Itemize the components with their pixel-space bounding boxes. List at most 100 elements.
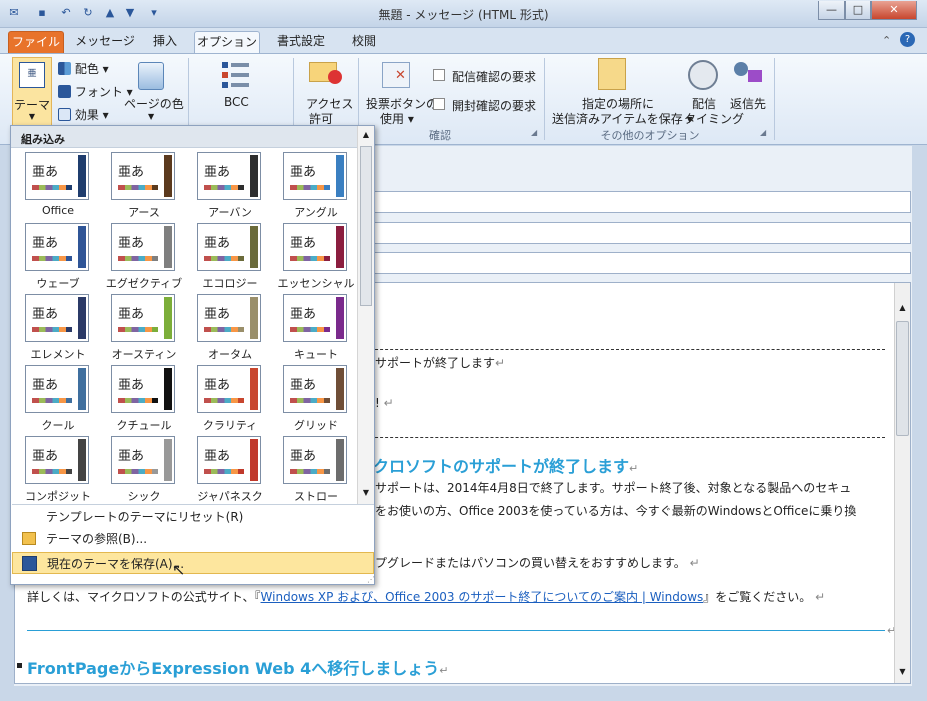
tab-options[interactable]: オプション <box>194 31 260 54</box>
thumbnail-accent-bar <box>164 155 172 197</box>
mouse-cursor-icon: ↖ <box>172 560 186 579</box>
title-bar: ✉ ▪ ↶ ↻ ▲ ▼ ▾ 無題 - メッセージ (HTML 形式) — □ ✕ <box>0 0 927 28</box>
thumbnail-accent-bar <box>250 155 258 197</box>
read-receipt-label[interactable]: 開封確認の要求 <box>452 97 536 114</box>
theme-option[interactable]: 亜あ コンポジット <box>15 436 101 507</box>
menu-separator <box>12 504 374 505</box>
scroll-down-arrow-icon[interactable]: ▼ <box>896 667 909 681</box>
theme-option[interactable]: 亜あ グリッド <box>273 365 359 436</box>
more-options-group-label: その他のオプション <box>600 129 700 142</box>
bcc-icon <box>222 62 250 88</box>
theme-option[interactable]: 亜あ キュート <box>273 294 359 365</box>
delivery-receipt-label[interactable]: 配信確認の要求 <box>452 68 536 85</box>
thumbnail-swatches <box>118 327 158 332</box>
minimize-button[interactable]: — <box>818 1 845 20</box>
gallery-scrollbar[interactable]: ▲ ▼ <box>357 126 374 504</box>
page-color-label[interactable]: ページの色 <box>124 95 184 112</box>
theme-label: クラリティ <box>202 419 258 432</box>
save-sent-line2[interactable]: 送信済みアイテムを保存 ▾ <box>552 110 693 127</box>
subject-field[interactable] <box>370 252 911 274</box>
ribbon-minimize-icon[interactable]: ⌃ <box>882 34 891 47</box>
theme-option[interactable]: 亜あ ストロー <box>273 436 359 507</box>
theme-option[interactable]: 亜あウェーブ <box>15 223 101 294</box>
page-color-dropdown-icon[interactable]: ▼ <box>148 112 154 121</box>
theme-label: ウェーブ <box>36 277 80 290</box>
reply-to-button[interactable]: 返信先 <box>730 95 766 112</box>
thumbnail-accent-bar <box>250 226 258 268</box>
theme-option[interactable]: 亜あ クール <box>15 365 101 436</box>
support-end-link[interactable]: Windows XP および、Office 2003 のサポート終了についてのご… <box>261 590 704 604</box>
thumbnail-swatches <box>118 398 158 403</box>
effects-icon <box>58 108 71 121</box>
cc-field[interactable] <box>370 222 911 244</box>
colors-icon <box>58 62 71 75</box>
theme-option[interactable]: 亜あ Office <box>15 152 101 223</box>
theme-option[interactable]: 亜あ エッセンシャル <box>273 223 359 294</box>
thumbnail-swatches <box>118 469 158 474</box>
save-theme-menu-item[interactable]: 現在のテーマを保存(A)... <box>12 552 374 574</box>
theme-label: アーバン <box>208 206 252 219</box>
fonts-button[interactable]: フォント ▾ <box>58 83 133 100</box>
tracking-dialog-launcher-icon[interactable]: ◢ <box>531 128 537 137</box>
maximize-button[interactable]: □ <box>845 1 871 20</box>
theme-option[interactable]: 亜あ アース <box>101 152 187 223</box>
thumbnail-accent-bar <box>164 297 172 339</box>
colors-label: 配色 <box>74 62 99 76</box>
theme-label: オースティン <box>111 348 177 361</box>
more-options-dialog-launcher-icon[interactable]: ◢ <box>760 128 766 137</box>
scroll-up-arrow-icon[interactable]: ▲ <box>896 303 909 317</box>
theme-thumbnail: 亜あ <box>25 152 89 200</box>
reset-theme-menu-item[interactable]: テンプレートのテーマにリセット(R) <box>12 506 374 528</box>
bcc-button[interactable]: BCC <box>224 95 249 109</box>
browse-themes-menu-item[interactable]: テーマの参照(B)... <box>12 528 374 550</box>
theme-option[interactable]: 亜あ シック <box>101 436 187 507</box>
scroll-thumb[interactable] <box>896 321 909 436</box>
theme-option[interactable]: 亜あ クチュール <box>101 365 187 436</box>
theme-option[interactable]: 亜あアングル <box>273 152 359 223</box>
to-field[interactable] <box>370 191 911 213</box>
theme-option[interactable]: 亜あ アーバン <box>187 152 273 223</box>
close-button[interactable]: ✕ <box>871 1 917 20</box>
voting-use-label[interactable]: 使用 ▾ <box>380 110 414 127</box>
thumbnail-accent-bar <box>336 226 344 268</box>
delay-line2[interactable]: タイミング <box>684 110 744 127</box>
tab-review[interactable]: 校閲 <box>340 31 388 54</box>
theme-thumbnail: 亜あ <box>197 365 261 413</box>
thumbnail-swatches <box>32 398 72 403</box>
body-scrollbar[interactable]: ▲ ▼ <box>894 283 910 683</box>
effects-button[interactable]: 効果 ▾ <box>58 106 109 123</box>
delivery-receipt-checkbox[interactable] <box>433 69 445 81</box>
tab-file[interactable]: ファイル <box>8 31 64 54</box>
thumbnail-accent-bar <box>164 368 172 410</box>
theme-option[interactable]: 亜あ エレメント <box>15 294 101 365</box>
thumbnail-swatches <box>32 256 72 261</box>
help-icon[interactable]: ? <box>900 32 915 47</box>
thumbnail-accent-bar <box>250 297 258 339</box>
divider-accent <box>27 630 885 631</box>
thumbnail-text: 亜あ <box>32 236 59 251</box>
tab-format[interactable]: 書式設定 <box>264 31 338 54</box>
body-line2: ! ↵ <box>375 396 394 410</box>
thumbnail-text: 亜あ <box>204 449 231 464</box>
resize-grip-icon[interactable]: ⋰ <box>367 575 375 584</box>
theme-label: アングル <box>294 206 338 219</box>
tab-message[interactable]: メッセージ <box>70 31 140 54</box>
theme-option[interactable]: 亜あ オータム <box>187 294 273 365</box>
theme-option[interactable]: 亜あ クラリティ <box>187 365 273 436</box>
gallery-scroll-down-icon[interactable]: ▼ <box>360 488 372 500</box>
colors-button[interactable]: 配色 ▾ <box>58 60 109 77</box>
theme-option[interactable]: 亜あ ジャパネスク <box>187 436 273 507</box>
thumbnail-text: 亜あ <box>290 165 317 180</box>
read-receipt-checkbox[interactable] <box>433 98 445 110</box>
tab-insert[interactable]: 挿入 <box>142 31 188 54</box>
gallery-scroll-thumb[interactable] <box>360 146 372 306</box>
theme-option[interactable]: 亜あ オースティン <box>101 294 187 365</box>
theme-button[interactable]: 亜 テーマ ▼ <box>12 57 52 129</box>
thumbnail-accent-bar <box>250 368 258 410</box>
theme-option[interactable]: 亜あ エコロジー <box>187 223 273 294</box>
gallery-scroll-up-icon[interactable]: ▲ <box>360 130 372 142</box>
restrict-icon <box>328 70 342 84</box>
theme-option[interactable]: 亜あ エグゼクティブ <box>101 223 187 294</box>
theme-thumbnail: 亜あ <box>197 152 261 200</box>
delay-delivery-icon <box>688 60 718 90</box>
